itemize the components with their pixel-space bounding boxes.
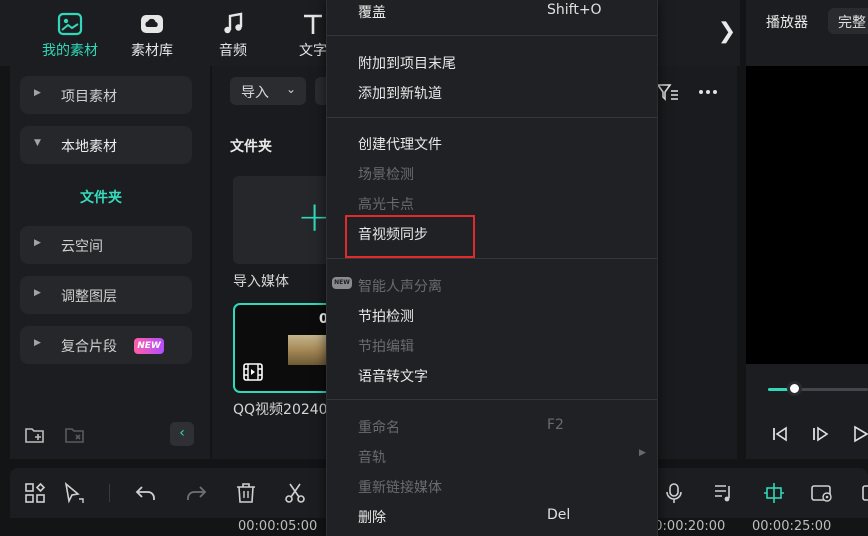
- menu-item-add-to-new-track[interactable]: 添加到新轨道: [358, 83, 442, 103]
- menu-item-relink-media: 重新链接媒体: [358, 480, 442, 496]
- caret-right-icon: ▶: [34, 288, 41, 298]
- submenu-arrow-icon: ▶: [639, 448, 646, 458]
- step-back-icon[interactable]: [770, 424, 790, 444]
- import-media-tile[interactable]: +: [233, 176, 333, 264]
- menu-item-vocal-separation: 智能人声分离: [358, 279, 442, 295]
- music-note-icon: [224, 12, 243, 34]
- sidebar-item-label: 云空间: [61, 239, 103, 255]
- new-badge: NEW: [332, 277, 352, 289]
- undo-icon[interactable]: [134, 482, 158, 504]
- layout-grid-icon[interactable]: [24, 482, 48, 504]
- context-menu: 覆盖 Shift+O 附加到项目末尾 添加到新轨道 创建代理文件 场景检测 高光…: [326, 0, 658, 536]
- menu-shortcut: Shift+O: [547, 2, 602, 18]
- menu-item-overwrite[interactable]: 覆盖: [358, 2, 386, 22]
- sidebar: ▶ 项目素材 ▼ 本地素材 文件夹 ▶ 云空间 ▶ 调整图层 ▶ 复合片段 NE…: [10, 66, 210, 459]
- highlight-box: [345, 215, 475, 258]
- more-tools-icon[interactable]: [858, 482, 868, 504]
- tab-audio[interactable]: 音频: [193, 8, 273, 60]
- menu-shortcut: Del: [547, 507, 571, 523]
- collapse-sidebar-button[interactable]: ‹: [170, 422, 194, 446]
- media-clip-tile[interactable]: 0: [233, 303, 333, 393]
- cloud-library-icon: [141, 15, 163, 33]
- microphone-icon[interactable]: [662, 482, 686, 504]
- sidebar-item-adjustment-layer[interactable]: ▶ 调整图层: [20, 276, 192, 314]
- preview-render-icon[interactable]: [810, 482, 834, 504]
- preview-screen: [746, 66, 868, 364]
- import-media-label: 导入媒体: [233, 274, 289, 290]
- remove-folder-icon[interactable]: [64, 425, 86, 445]
- sidebar-subitem-folder[interactable]: 文件夹: [80, 187, 122, 207]
- menu-item-highlight-beat: 高光卡点: [358, 197, 414, 213]
- new-badge: NEW: [134, 338, 164, 354]
- folder-title: 文件夹: [230, 139, 272, 155]
- chevron-right-icon[interactable]: ❯: [716, 18, 738, 46]
- filter-icon[interactable]: [656, 82, 680, 102]
- caret-right-icon: ▶: [34, 88, 41, 98]
- ruler-tick-label: 00:00:05:00: [238, 519, 318, 534]
- chevron-down-icon: ⌄: [286, 82, 297, 96]
- menu-item-audio-track: 音轨: [358, 450, 386, 466]
- menu-item-create-proxy[interactable]: 创建代理文件: [358, 134, 442, 154]
- menu-item-beat-edit: 节拍编辑: [358, 339, 414, 355]
- redo-icon[interactable]: [184, 482, 208, 504]
- player-panel: 播放器 完整: [746, 0, 868, 459]
- menu-divider: [327, 35, 657, 36]
- tab-label: 我的素材: [42, 43, 98, 59]
- menu-shortcut: F2: [547, 417, 564, 433]
- step-forward-icon[interactable]: [810, 424, 830, 444]
- menu-item-scene-detect: 场景检测: [358, 167, 414, 183]
- tab-my-media[interactable]: 我的素材: [30, 8, 110, 60]
- menu-divider: [327, 399, 657, 400]
- menu-item-beat-detect[interactable]: 节拍检测: [358, 306, 414, 326]
- sidebar-item-cloud[interactable]: ▶ 云空间: [20, 226, 192, 264]
- music-list-icon[interactable]: [712, 482, 736, 504]
- menu-divider: [327, 258, 657, 259]
- text-icon: [304, 14, 322, 34]
- menu-item-append-to-end[interactable]: 附加到项目末尾: [358, 53, 456, 73]
- caret-right-icon: ▶: [34, 338, 41, 348]
- snap-magnet-icon[interactable]: [762, 482, 786, 504]
- player-quality-label: 完整: [838, 15, 866, 31]
- import-button[interactable]: 导入 ⌄: [230, 77, 306, 105]
- sidebar-item-local-media[interactable]: ▼ 本地素材: [20, 126, 192, 164]
- sidebar-item-label: 项目素材: [61, 89, 117, 105]
- playback-slider-handle[interactable]: [787, 381, 802, 396]
- caret-right-icon: ▶: [34, 238, 41, 248]
- menu-item-speech-to-text[interactable]: 语音转文字: [358, 366, 428, 386]
- menu-item-rename: 重命名: [358, 420, 400, 436]
- select-cursor-icon[interactable]: [62, 482, 86, 504]
- ruler-tick-label: 00:00:25:00: [752, 519, 832, 534]
- play-icon[interactable]: [850, 424, 868, 444]
- tab-label: 音频: [219, 43, 247, 59]
- sidebar-item-label: 调整图层: [61, 289, 117, 305]
- sidebar-item-label: 本地素材: [61, 139, 117, 155]
- clip-name: QQ视频20240: [233, 402, 328, 418]
- player-tab[interactable]: 播放器: [766, 12, 808, 32]
- tab-library[interactable]: 素材库: [112, 8, 192, 60]
- add-folder-icon[interactable]: [24, 425, 46, 445]
- player-quality-select[interactable]: 完整: [828, 8, 868, 34]
- more-icon[interactable]: [696, 82, 720, 102]
- delete-icon[interactable]: [234, 482, 258, 504]
- menu-item-delete[interactable]: 删除: [358, 507, 386, 527]
- tab-label: 素材库: [131, 43, 173, 59]
- sidebar-item-project-media[interactable]: ▶ 项目素材: [20, 76, 192, 114]
- media-icon: [57, 12, 83, 36]
- menu-divider: [327, 117, 657, 118]
- scissors-icon[interactable]: [283, 482, 307, 504]
- caret-down-icon: ▼: [34, 138, 41, 148]
- import-label: 导入: [241, 85, 269, 101]
- sidebar-item-label: 复合片段: [61, 339, 117, 355]
- toolbar-divider: [109, 484, 110, 502]
- film-icon: [243, 363, 263, 381]
- sidebar-item-compound-clip[interactable]: ▶ 复合片段: [20, 326, 192, 364]
